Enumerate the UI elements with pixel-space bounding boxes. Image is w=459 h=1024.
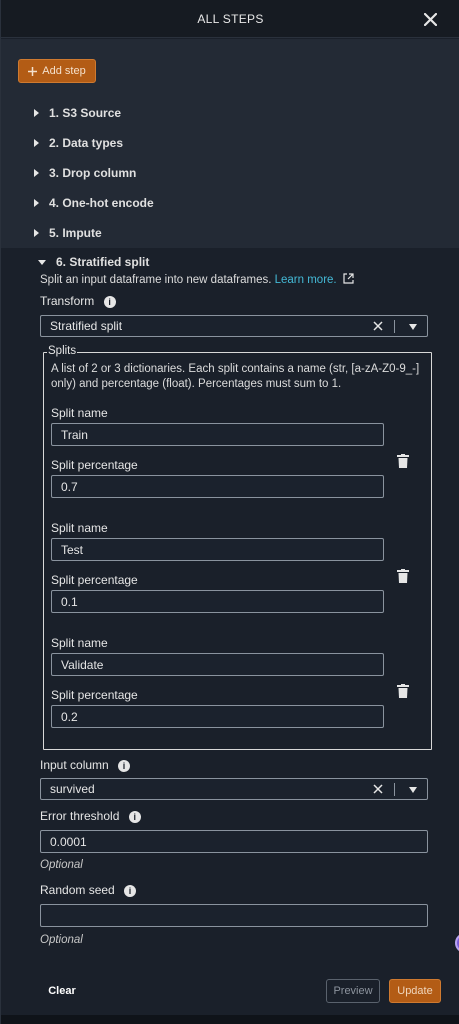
random-seed-input[interactable] <box>40 904 428 927</box>
step-label: 5. Impute <box>49 226 102 240</box>
split-percentage-label: Split percentage <box>51 458 138 472</box>
step-label: 4. One-hot encode <box>49 196 154 210</box>
step-label: 2. Data types <box>49 136 124 150</box>
error-threshold-optional-hint: Optional <box>40 859 83 871</box>
transform-value: Stratified split <box>50 319 123 333</box>
learn-more-link[interactable]: Learn more. <box>275 274 337 286</box>
input-column-label: Input column <box>40 758 109 772</box>
select-divider <box>394 783 395 796</box>
update-button[interactable]: Update <box>389 979 441 1003</box>
step-item-data-types[interactable]: 2. Data types <box>34 133 123 153</box>
split-name-label: Split name <box>51 521 108 535</box>
caret-right-icon <box>34 229 39 237</box>
info-icon[interactable]: i <box>118 759 131 772</box>
split-name-label: Split name <box>51 636 108 650</box>
input-column-label-row: Input column i <box>40 758 131 772</box>
caret-right-icon <box>34 109 39 117</box>
random-seed-label-row: Random seed i <box>40 883 137 897</box>
split-name-input[interactable]: Train <box>51 423 384 446</box>
splits-description-line-2: only) and percentage (float). Percentage… <box>51 378 342 390</box>
caret-right-icon <box>34 169 39 177</box>
split-name-value: Train <box>61 427 88 442</box>
split-name-label: Split name <box>51 406 108 420</box>
split-percentage-label: Split percentage <box>51 573 138 587</box>
step-description: Split an input dataframe into new datafr… <box>40 273 354 286</box>
trash-icon[interactable] <box>397 684 409 698</box>
step-item-stratified-split[interactable]: 6. Stratified split <box>38 252 149 272</box>
split-name-value: Test <box>61 542 84 557</box>
description-text: Split an input dataframe into new datafr… <box>40 274 272 286</box>
panel-title: ALL STEPS <box>197 11 264 26</box>
split-percentage-value: 0.7 <box>61 479 78 494</box>
close-icon <box>423 12 437 26</box>
step-label: 3. Drop column <box>49 166 137 180</box>
random-seed-optional-hint: Optional <box>40 934 83 946</box>
split-percentage-value: 0.2 <box>61 709 78 724</box>
close-button[interactable] <box>420 9 440 29</box>
info-icon[interactable]: i <box>103 295 116 308</box>
step-item-one-hot-encode[interactable]: 4. One-hot encode <box>34 193 154 213</box>
info-icon[interactable]: i <box>124 884 137 897</box>
split-percentage-input[interactable]: 0.1 <box>51 590 384 613</box>
clear-icon[interactable] <box>371 319 385 333</box>
panel-header: ALL STEPS <box>1 0 459 38</box>
step-item-s3-source[interactable]: 1. S3 Source <box>34 103 121 123</box>
info-icon[interactable]: i <box>128 810 141 823</box>
plus-icon <box>28 66 38 76</box>
random-seed-label: Random seed <box>40 883 115 897</box>
trash-icon[interactable] <box>397 454 409 468</box>
add-step-label: Add step <box>42 65 86 77</box>
split-name-input[interactable]: Test <box>51 538 384 561</box>
transform-label-row: Transform i <box>40 294 116 308</box>
add-step-button[interactable]: Add step <box>18 59 96 83</box>
splits-fieldset: Splits A list of 2 or 3 dictionaries. Ea… <box>43 345 432 750</box>
transform-select[interactable]: Stratified split <box>40 315 428 337</box>
input-column-select[interactable]: survived <box>40 778 428 800</box>
split-percentage-label: Split percentage <box>51 688 138 702</box>
trash-icon[interactable] <box>397 569 409 583</box>
preview-button[interactable]: Preview <box>326 979 380 1003</box>
split-percentage-value: 0.1 <box>61 594 78 609</box>
bottom-strip <box>1 1015 459 1024</box>
caret-down-icon <box>38 259 46 265</box>
split-name-value: Validate <box>61 657 104 672</box>
step-item-impute[interactable]: 5. Impute <box>34 223 102 243</box>
splits-legend: Splits <box>47 345 78 357</box>
error-threshold-value: 0.0001 <box>50 834 87 849</box>
chevron-down-icon[interactable] <box>409 787 417 793</box>
transform-label: Transform <box>40 294 95 308</box>
steps-list: Add step 1. S3 Source 2. Data types 3. D… <box>1 39 459 248</box>
clear-icon[interactable] <box>371 782 385 796</box>
all-steps-panel: ALL STEPS Add step 1. S3 Source 2. Data … <box>0 0 459 1024</box>
caret-right-icon <box>34 139 39 147</box>
splits-description: A list of 2 or 3 dictionaries. Each spli… <box>51 362 429 392</box>
error-threshold-label-row: Error threshold i <box>40 809 141 823</box>
split-name-input[interactable]: Validate <box>51 653 384 676</box>
select-divider <box>394 320 395 333</box>
splits-description-line-1: A list of 2 or 3 dictionaries. Each spli… <box>51 363 420 375</box>
step-label: 1. S3 Source <box>49 106 122 120</box>
external-link-icon[interactable] <box>343 273 354 284</box>
step-label: 6. Stratified split <box>56 255 150 269</box>
split-percentage-input[interactable]: 0.2 <box>51 705 384 728</box>
input-column-value: survived <box>50 782 95 796</box>
split-percentage-input[interactable]: 0.7 <box>51 475 384 498</box>
clear-button[interactable]: Clear <box>39 979 85 1003</box>
step-item-drop-column[interactable]: 3. Drop column <box>34 163 136 183</box>
error-threshold-label: Error threshold <box>40 809 120 823</box>
caret-right-icon <box>34 199 39 207</box>
chevron-down-icon[interactable] <box>409 324 417 330</box>
error-threshold-input[interactable]: 0.0001 <box>40 830 428 853</box>
